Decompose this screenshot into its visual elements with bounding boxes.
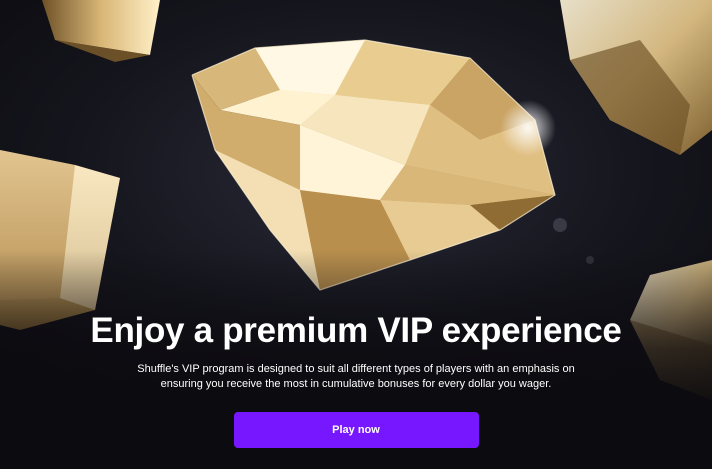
gem-top-left <box>42 0 160 62</box>
hero-content: Enjoy a premium VIP experience Shuffle's… <box>0 310 712 448</box>
play-now-button[interactable]: Play now <box>233 412 479 448</box>
hero-description: Shuffle's VIP program is designed to sui… <box>137 363 575 390</box>
sparkle-highlight <box>500 100 556 156</box>
gem-top-right <box>560 0 712 155</box>
page-title: Enjoy a premium VIP experience <box>90 311 622 350</box>
vip-hero: Enjoy a premium VIP experience Shuffle's… <box>0 0 712 469</box>
